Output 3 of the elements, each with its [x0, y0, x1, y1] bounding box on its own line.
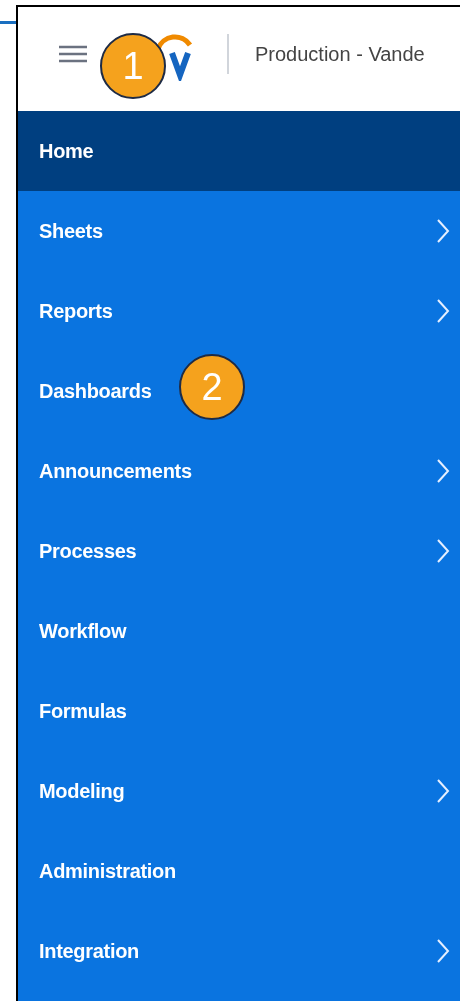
menu-icon[interactable]	[58, 44, 88, 64]
nav-item[interactable]: Home	[18, 111, 460, 191]
header-title: Production - Vande	[255, 42, 425, 67]
